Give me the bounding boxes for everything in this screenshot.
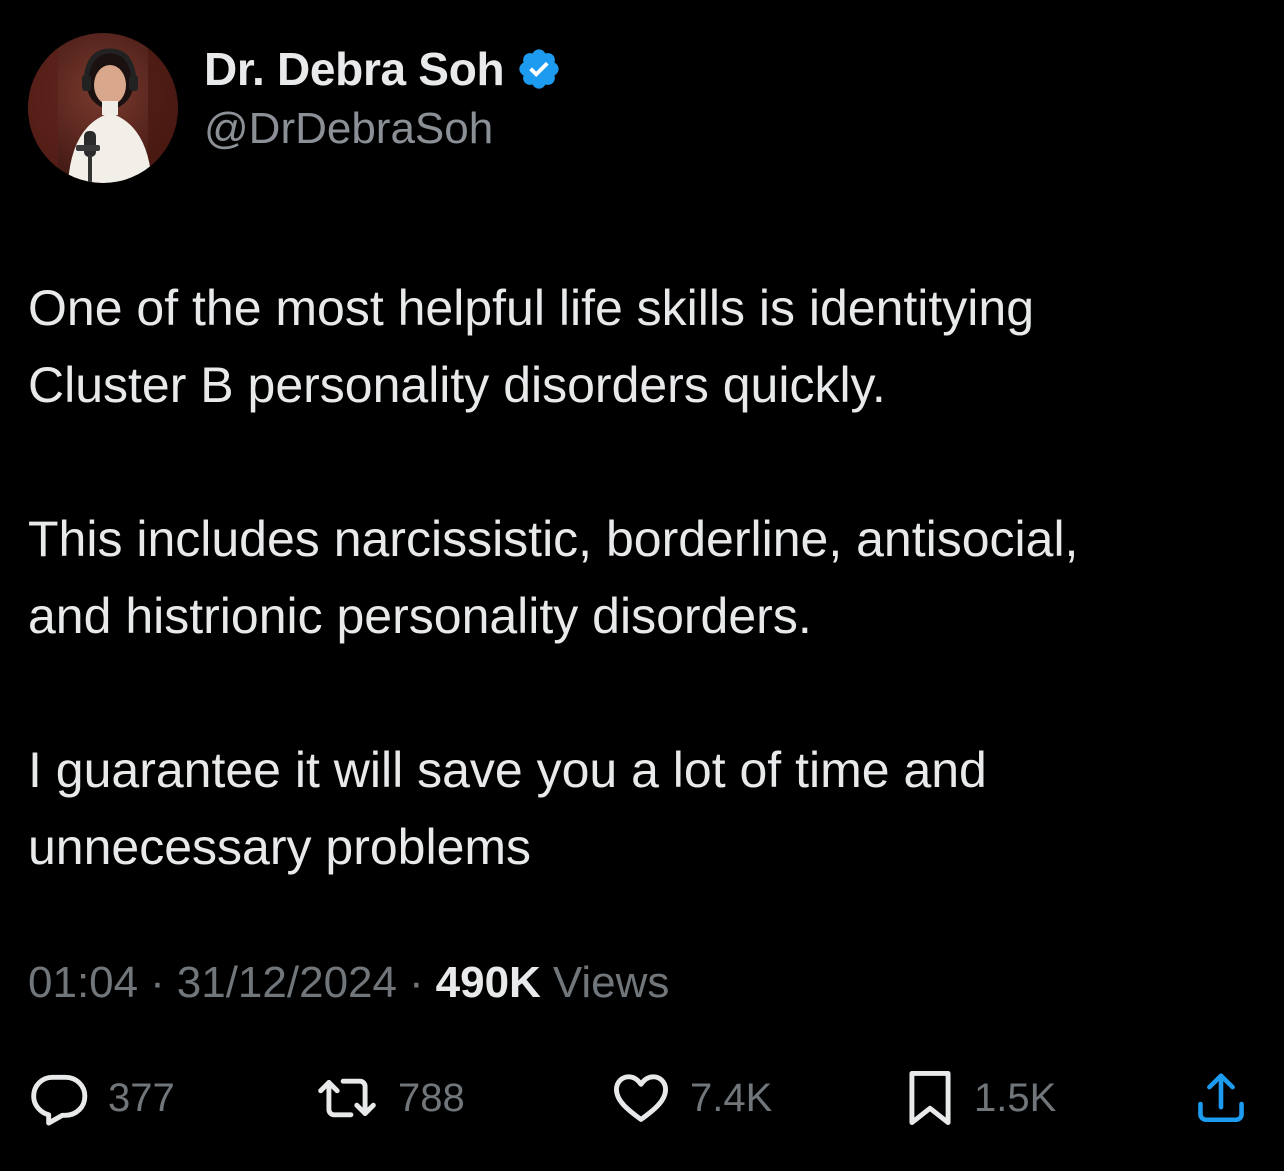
retweet-count: 788 xyxy=(398,1075,465,1120)
bookmark-count: 1.5K xyxy=(974,1075,1057,1120)
action-bar: 377 788 7.4K 1.5K xyxy=(0,1066,1284,1130)
retweet-icon xyxy=(318,1078,376,1118)
verified-badge-icon[interactable] xyxy=(516,46,562,92)
retweet-button[interactable]: 788 xyxy=(314,1066,465,1130)
reply-button[interactable]: 377 xyxy=(28,1066,175,1130)
like-count: 7.4K xyxy=(690,1075,773,1120)
tweet-meta: 01:04 · 31/12/2024 · 490K Views xyxy=(28,958,669,1008)
views-count[interactable]: 490K xyxy=(436,958,541,1008)
tweet-line: Cluster B personality disorders quickly. xyxy=(28,357,886,413)
avatar[interactable] xyxy=(28,33,178,183)
tweet-paragraph: One of the most helpful life skills is i… xyxy=(28,270,1268,424)
tweet-date[interactable]: 31/12/2024 xyxy=(177,958,397,1008)
tweet-time[interactable]: 01:04 xyxy=(28,958,138,1008)
like-button[interactable]: 7.4K xyxy=(610,1066,772,1130)
tweet-body: One of the most helpful life skills is i… xyxy=(28,270,1268,886)
tweet-line: and histrionic personality disorders. xyxy=(28,588,812,644)
share-button[interactable] xyxy=(1192,1066,1250,1130)
author-identity: Dr. Debra Soh @DrDebraSoh xyxy=(204,42,562,154)
meta-separator: · xyxy=(408,958,424,1007)
tweet-line: This includes narcissistic, borderline, … xyxy=(28,511,1079,567)
heart-icon xyxy=(614,1074,668,1122)
display-name[interactable]: Dr. Debra Soh xyxy=(204,42,505,96)
reply-icon xyxy=(31,1074,88,1126)
tweet-line: unnecessary problems xyxy=(28,819,532,875)
tweet-paragraph: I guarantee it will save you a lot of ti… xyxy=(28,732,1268,886)
meta-separator: · xyxy=(150,958,165,1007)
tweet-line: One of the most helpful life skills is i… xyxy=(28,280,1035,336)
author-handle[interactable]: @DrDebraSoh xyxy=(204,104,562,154)
tweet-header: Dr. Debra Soh @DrDebraSoh xyxy=(28,32,562,184)
share-icon xyxy=(1198,1073,1244,1123)
name-row: Dr. Debra Soh xyxy=(204,42,562,96)
tweet-line: I guarantee it will save you a lot of ti… xyxy=(28,742,987,798)
reply-count: 377 xyxy=(108,1075,175,1120)
bookmark-icon xyxy=(909,1071,951,1125)
bookmark-button[interactable]: 1.5K xyxy=(904,1066,1056,1130)
views-label: Views xyxy=(552,958,670,1007)
tweet-paragraph: This includes narcissistic, borderline, … xyxy=(28,501,1268,655)
